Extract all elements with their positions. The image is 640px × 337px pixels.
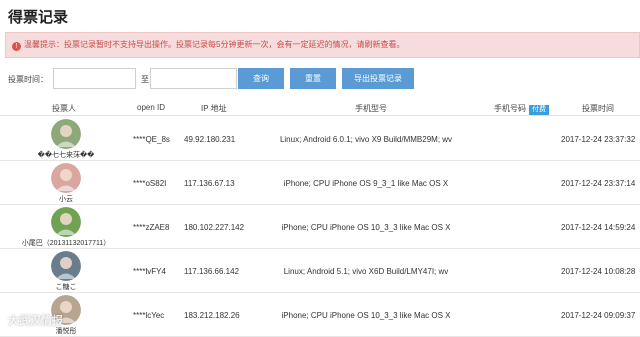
ip-cell: 49.92.180.231 xyxy=(184,134,236,144)
watermark: 大武汉情报 xyxy=(8,315,63,327)
warning-circle-icon: ! xyxy=(12,42,21,51)
table-row: 小云 ****oS82I 117.136.67.13 iPhone; CPU iPho… xyxy=(0,161,640,205)
col-phone: 手机号码 付费 xyxy=(494,103,549,115)
end-date-input[interactable] xyxy=(150,68,237,89)
col-ip: IP 地址 xyxy=(201,104,227,113)
avatar xyxy=(51,118,81,149)
voter-cell: 小尾巴（20131132017711） xyxy=(0,205,132,249)
col-voter: 投票人 xyxy=(52,104,76,113)
query-button[interactable]: 查询 xyxy=(238,68,284,89)
col-openid: open ID xyxy=(137,103,166,112)
page-title: 得票记录 xyxy=(8,9,69,26)
paid-badge: 付费 xyxy=(529,105,549,115)
openid-cell: ****oS82I xyxy=(133,178,167,188)
reset-button[interactable]: 重置 xyxy=(290,68,336,89)
voter-nickname: 小尾巴（20131132017711） xyxy=(21,239,111,247)
openid-cell: ****lvFY4 xyxy=(133,266,166,276)
ip-cell: 183.212.182.26 xyxy=(184,310,240,320)
filter-label: 投票时间： xyxy=(8,75,48,84)
avatar xyxy=(51,206,81,237)
ip-cell: 117.136.66.142 xyxy=(184,266,240,276)
table-row: こ糖こ ****lvFY4 117.136.66.142 Linux; Android… xyxy=(0,249,640,293)
col-phone-label: 手机号码 xyxy=(494,104,526,113)
time-cell: 2017-12-24 14:59:24 xyxy=(561,222,636,232)
model-cell: iPhone; CPU iPhone OS 10_3_3 like Mac OS… xyxy=(281,222,451,232)
table-row: 小尾巴（20131132017711） ****zZAE8 180.102.227.… xyxy=(0,205,640,249)
openid-cell: ****zZAE8 xyxy=(133,222,170,232)
notice-banner: ! 温馨提示：投票记录暂时不支持导出操作。投票记录每5分钟更新一次，会有一定延迟的… xyxy=(5,32,640,58)
table-header: 投票人 open ID IP 地址 手机型号 手机号码 付费 投票时间 xyxy=(0,98,640,116)
time-cell: 2017-12-24 23:37:32 xyxy=(561,134,636,144)
voter-cell: こ糖こ xyxy=(0,249,132,293)
ip-cell: 117.136.67.13 xyxy=(184,178,235,188)
voter-nickname: ��七七来莯�� xyxy=(37,151,95,159)
avatar xyxy=(51,162,81,193)
table-row: ��七七来莯�� ****QE_8s 49.92.180.231 Linux; And… xyxy=(0,117,640,161)
time-cell: 2017-12-24 09:09:37 xyxy=(561,310,636,320)
openid-cell: ****lcYec xyxy=(133,310,165,320)
time-cell: 2017-12-24 10:08:28 xyxy=(561,266,636,276)
time-cell: 2017-12-24 23:37:14 xyxy=(561,178,636,188)
notice-text: 温馨提示：投票记录暂时不支持导出操作。投票记录每5分钟更新一次，会有一定延迟的情… xyxy=(24,40,405,49)
model-cell: Linux; Android 5.1; vivo X6D Build/LMY47… xyxy=(283,266,449,276)
col-time: 投票时间 xyxy=(582,104,614,113)
voter-nickname: 小云 xyxy=(59,195,73,203)
col-model: 手机型号 xyxy=(355,104,387,113)
ip-cell: 180.102.227.142 xyxy=(184,222,245,232)
voter-cell: 小云 xyxy=(0,161,132,205)
openid-cell: ****QE_8s xyxy=(133,134,170,144)
voter-nickname: こ糖こ xyxy=(55,283,77,291)
avatar xyxy=(51,250,81,281)
table-row: 潘悦彤 ****lcYec 183.212.182.26 iPhone; CPU iP… xyxy=(0,293,640,337)
model-cell: iPhone; CPU iPhone OS 10_3_3 like Mac OS… xyxy=(281,310,451,320)
to-label: 至 xyxy=(141,75,149,84)
export-button[interactable]: 导出投票记录 xyxy=(342,68,414,89)
model-cell: Linux; Android 6.0.1; vivo X9 Build/MMB2… xyxy=(279,134,453,144)
start-date-input[interactable] xyxy=(53,68,136,89)
model-cell: iPhone; CPU iPhone OS 9_3_1 like Mac OS … xyxy=(283,178,449,188)
voter-cell: ��七七来莯�� xyxy=(0,117,132,161)
